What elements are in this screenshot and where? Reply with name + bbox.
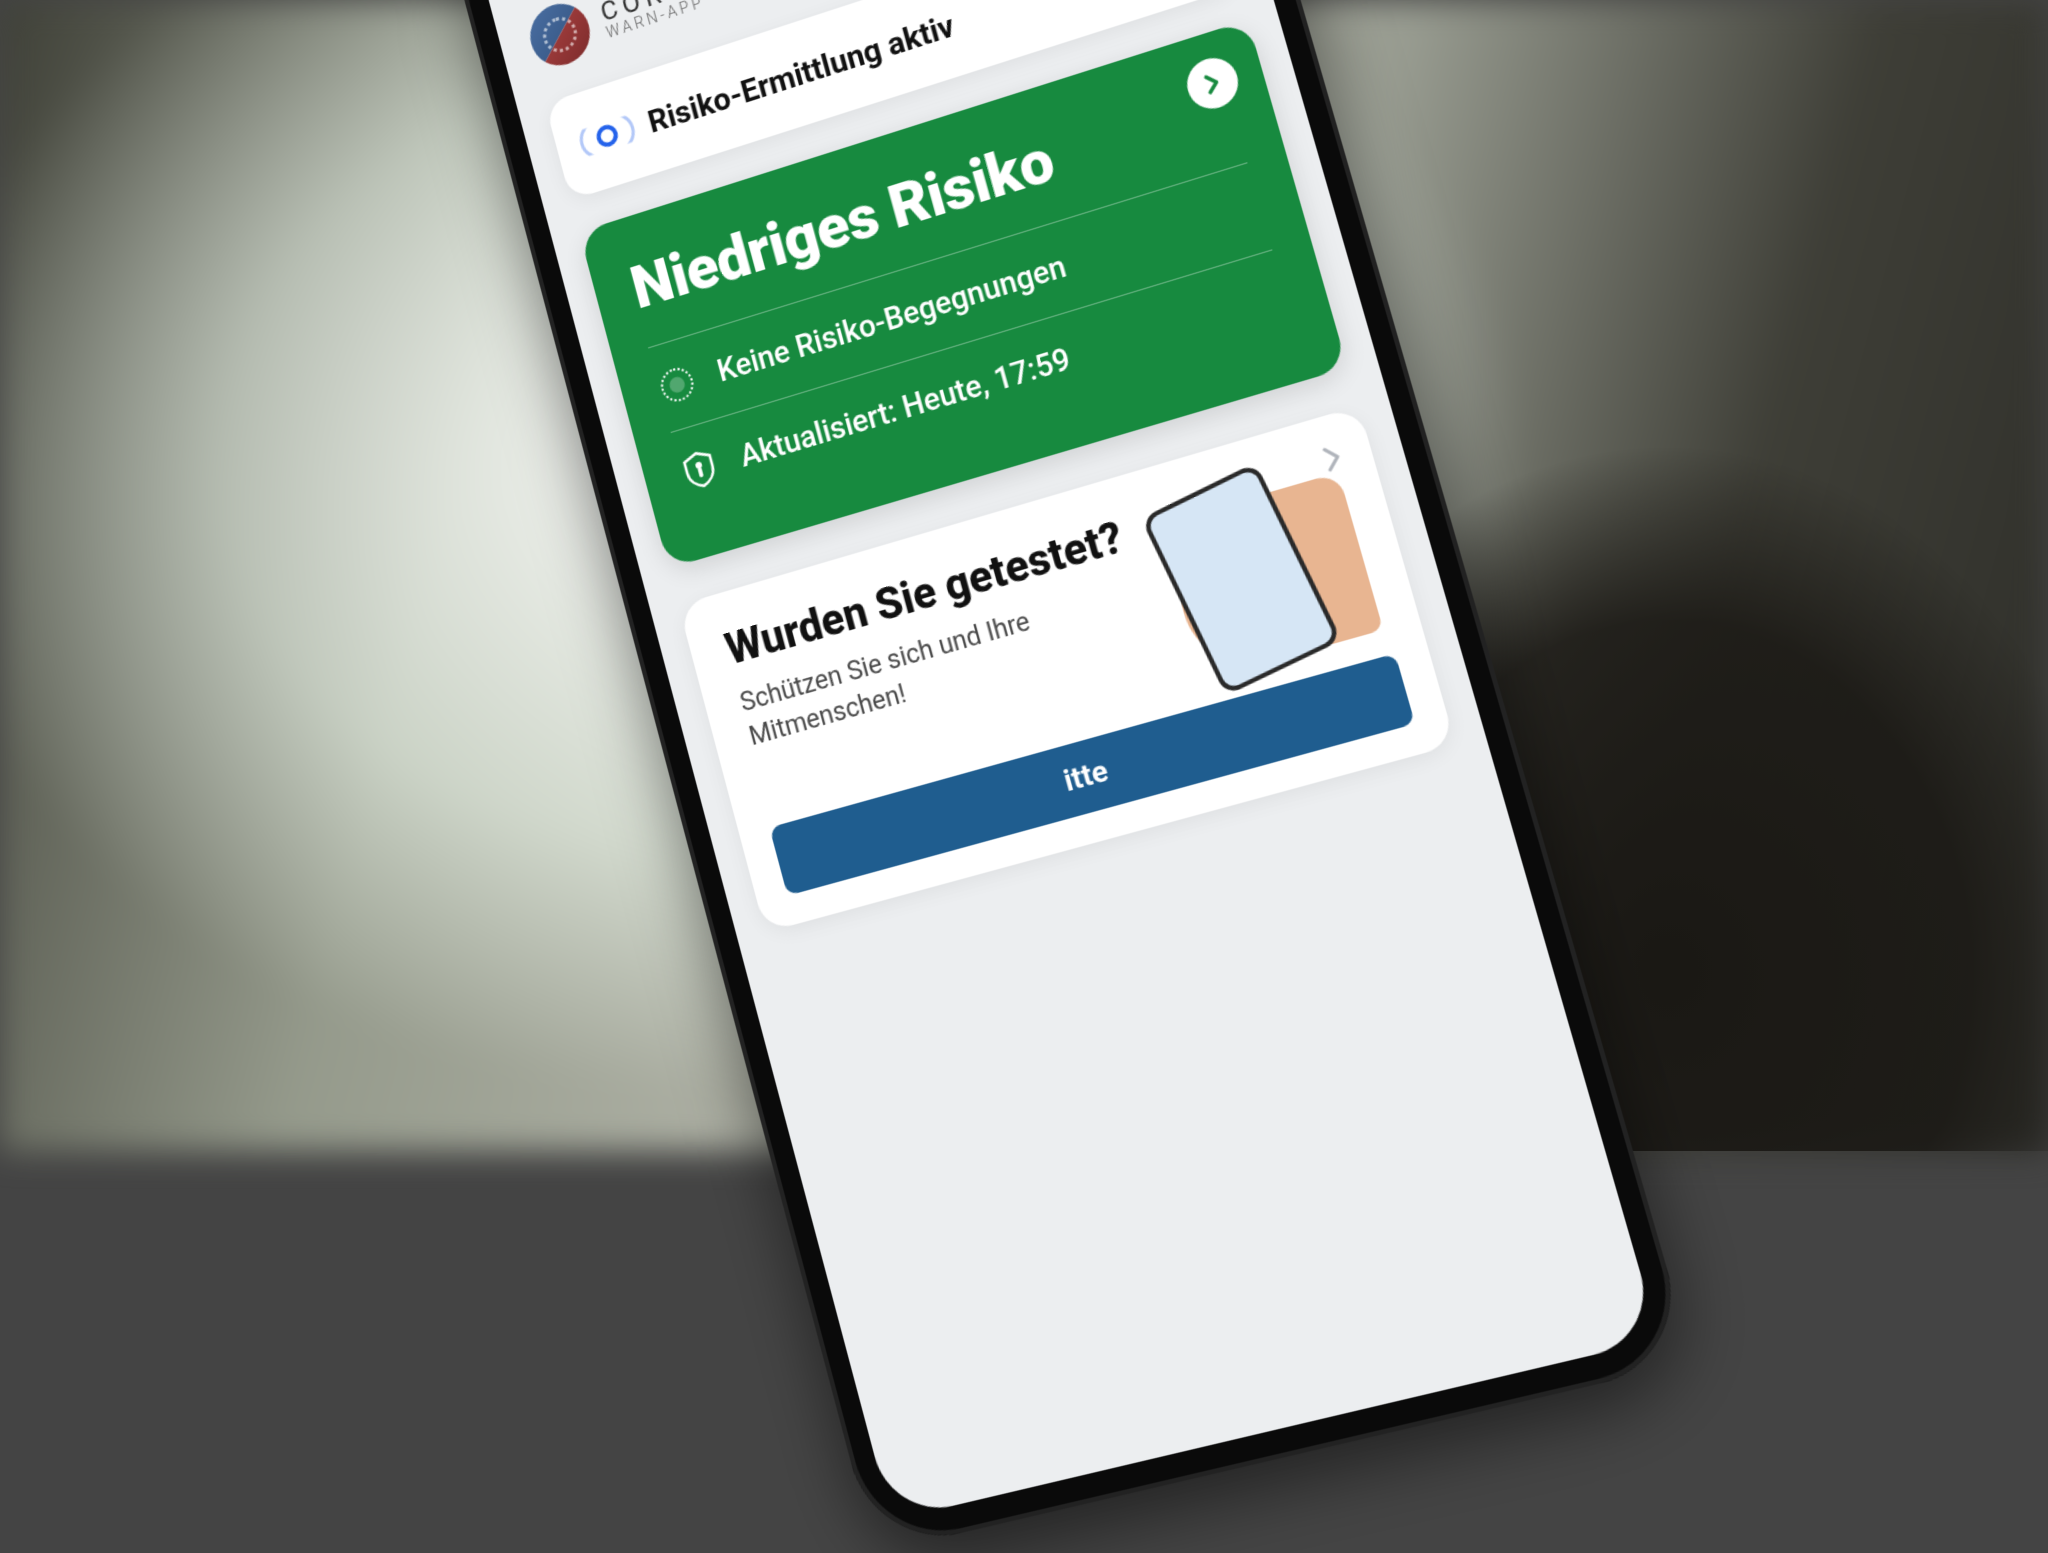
- app-brand-text: CORONA WARN-APP: [597, 0, 740, 42]
- virus-icon: [655, 361, 700, 408]
- test-action-button-label: itte: [1060, 754, 1112, 799]
- shield-icon: [677, 446, 722, 493]
- app-logo-icon: [524, 0, 597, 73]
- hand-phone-illustration: [1131, 450, 1384, 687]
- broadcast-icon: [581, 108, 634, 164]
